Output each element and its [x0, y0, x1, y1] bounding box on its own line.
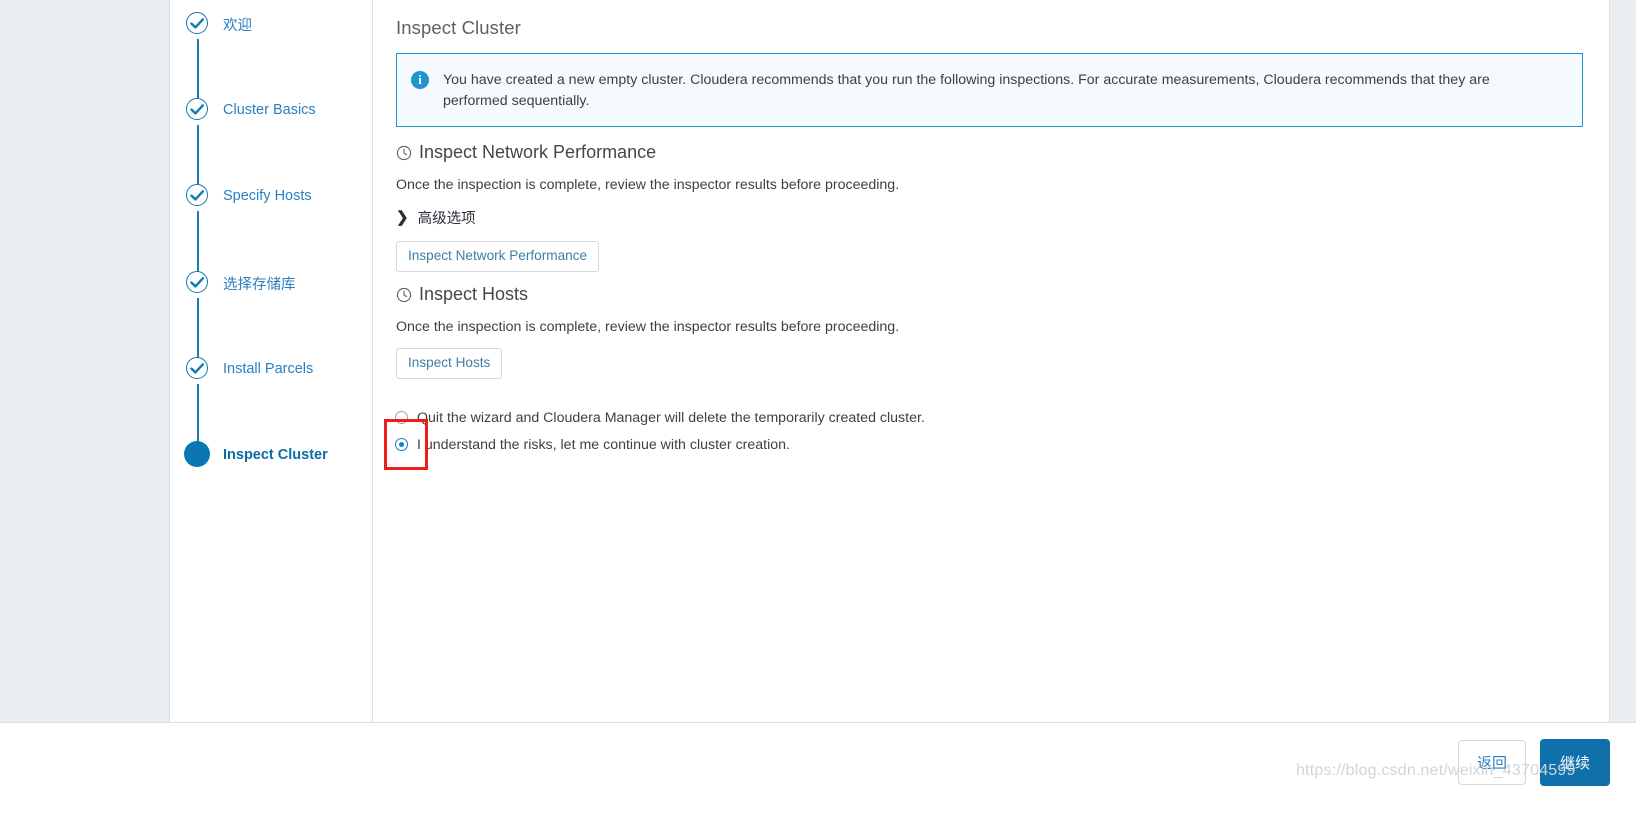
- clock-icon: [396, 287, 412, 303]
- radio-option-label: I understand the risks, let me continue …: [417, 436, 790, 453]
- section-heading-text: Inspect Network Performance: [419, 142, 657, 162]
- check-icon: [186, 184, 208, 206]
- advanced-options-label: 高级选项: [417, 211, 476, 227]
- clock-icon: [396, 145, 412, 161]
- step-marker: [183, 181, 213, 211]
- step-marker: [183, 440, 213, 470]
- sidebar-item-specify-hosts[interactable]: Specify Hosts: [171, 181, 373, 211]
- sidebar-item-label: 欢迎: [223, 17, 252, 34]
- check-icon: [186, 12, 208, 34]
- right-gutter: [1609, 0, 1636, 722]
- step-marker: [183, 354, 213, 384]
- sidebar-item-label: Inspect Cluster: [223, 447, 328, 463]
- info-icon: i: [411, 71, 429, 89]
- risk-acknowledgement-radio-group: Quit the wizard and Cloudera Manager wil…: [395, 404, 925, 458]
- advanced-options-toggle[interactable]: ❯ 高级选项: [396, 207, 476, 228]
- wizard-step-rail: 欢迎 Cluster Basics Specify Hosts 选择存储库 In…: [171, 0, 373, 722]
- inspect-hosts-button[interactable]: Inspect Hosts: [396, 348, 503, 379]
- section-heading: Inspect Network Performance: [396, 142, 1576, 163]
- radio-option-label: Quit the wizard and Cloudera Manager wil…: [417, 409, 925, 426]
- info-banner: i You have created a new empty cluster. …: [396, 53, 1583, 127]
- check-icon: [186, 357, 208, 379]
- radio-option-quit-wizard[interactable]: Quit the wizard and Cloudera Manager wil…: [395, 404, 925, 431]
- main-content: Inspect Cluster i You have created a new…: [374, 0, 1609, 722]
- section-description: Once the inspection is complete, review …: [396, 177, 900, 193]
- sidebar-item-label: Specify Hosts: [223, 188, 312, 204]
- dot-icon: [184, 441, 210, 467]
- sidebar-item-cluster-basics[interactable]: Cluster Basics: [171, 95, 373, 125]
- watermark: https://blog.csdn.net/weixin_43704599: [1296, 762, 1576, 779]
- step-marker: [183, 268, 213, 298]
- section-inspect-network-performance: Inspect Network Performance Once the ins…: [396, 142, 1576, 272]
- radio-option-continue-creation[interactable]: I understand the risks, let me continue …: [395, 431, 925, 458]
- sidebar-item-select-repository[interactable]: 选择存储库: [171, 268, 373, 298]
- info-banner-text: You have created a new empty cluster. Cl…: [443, 72, 1490, 109]
- inspect-network-performance-button[interactable]: Inspect Network Performance: [396, 241, 600, 272]
- radio-button[interactable]: [395, 438, 408, 451]
- section-heading-text: Inspect Hosts: [419, 284, 529, 304]
- step-marker: [183, 95, 213, 125]
- radio-button[interactable]: [395, 411, 408, 424]
- chevron-right-icon: ❯: [396, 209, 409, 226]
- step-marker: [183, 9, 213, 39]
- section-heading: Inspect Hosts: [396, 284, 1576, 305]
- left-gutter: [0, 0, 170, 722]
- check-icon: [186, 271, 208, 293]
- wizard-body: 欢迎 Cluster Basics Specify Hosts 选择存储库 In…: [0, 0, 1636, 723]
- check-icon: [186, 98, 208, 120]
- sidebar-item-inspect-cluster[interactable]: Inspect Cluster: [171, 440, 373, 470]
- sidebar-item-install-parcels[interactable]: Install Parcels: [171, 354, 373, 384]
- sidebar-item-label: Install Parcels: [223, 361, 314, 377]
- page-title: Inspect Cluster: [396, 17, 521, 38]
- sidebar-item-label: Cluster Basics: [223, 102, 316, 118]
- wizard-page: 欢迎 Cluster Basics Specify Hosts 选择存储库 In…: [0, 0, 1636, 824]
- section-inspect-hosts: Inspect Hosts Once the inspection is com…: [396, 284, 1576, 379]
- sidebar-item-welcome[interactable]: 欢迎: [171, 9, 373, 39]
- sidebar-item-label: 选择存储库: [223, 276, 296, 293]
- section-description: Once the inspection is complete, review …: [396, 319, 900, 335]
